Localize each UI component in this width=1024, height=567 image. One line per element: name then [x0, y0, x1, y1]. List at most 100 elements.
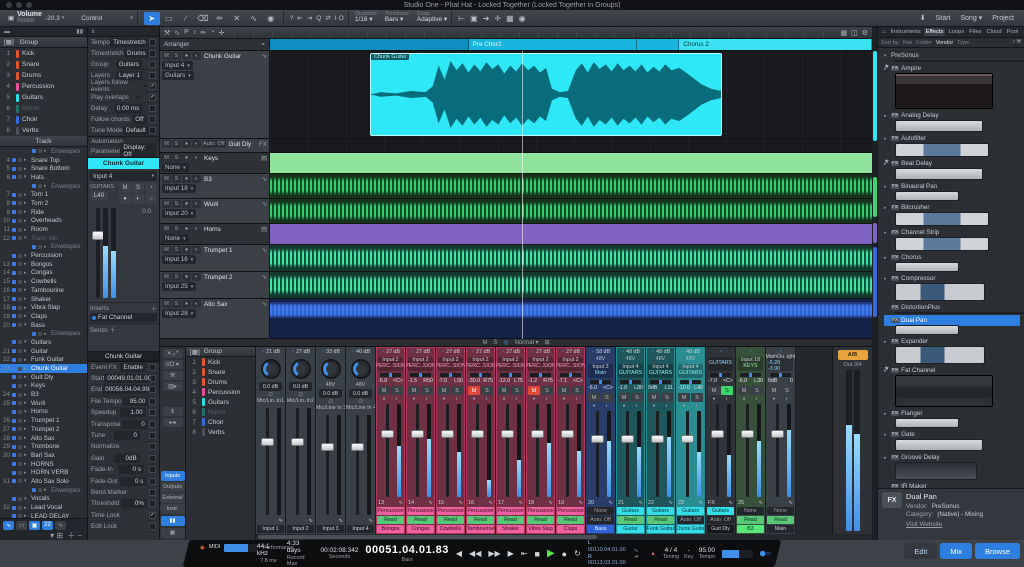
group-row[interactable]: 5 Guitars — [0, 92, 87, 103]
record-arm-button[interactable]: ● — [182, 200, 191, 208]
group-row[interactable]: 2 Snare — [0, 59, 87, 70]
effect-thumbnail[interactable] — [896, 192, 958, 200]
effect-row[interactable]: ▸ FX Binaural Pan — [884, 181, 1024, 192]
bus-chip[interactable]: Percussion — [437, 507, 464, 515]
automation-chip[interactable]: Read — [467, 516, 494, 524]
forward-button[interactable]: ▶▶ — [488, 549, 500, 558]
effect-row[interactable]: ▸ FX Beat Delay — [884, 158, 1024, 169]
param-value[interactable]: -20.3 ▾ — [45, 15, 64, 22]
track-list-item[interactable]: 12 ▾ Trash Mic — [0, 234, 87, 243]
expand-arrow-icon[interactable]: ▸ — [24, 166, 29, 172]
bus-chip[interactable]: Guitars — [707, 507, 734, 515]
channel-fader[interactable] — [619, 411, 642, 497]
expand-arrow-icon[interactable]: ▸ — [24, 418, 29, 424]
channel-name-chip[interactable]: Tambourine — [467, 525, 494, 533]
preamp-gain[interactable]: ◔ 27 dB — [286, 347, 315, 356]
track-list-item[interactable]: 30 ▸ Bari Sax — [0, 451, 87, 460]
track-input-select[interactable]: Input 16 ▾ — [162, 255, 197, 264]
split-view-icon[interactable]: ◫ — [851, 29, 858, 37]
solo-button[interactable]: S — [661, 393, 673, 402]
solo-button[interactable]: S — [751, 386, 763, 395]
track-list-item[interactable]: ▾ Percussion — [0, 251, 87, 260]
solo-button[interactable]: S — [631, 393, 643, 402]
song-page-button[interactable]: Song ▾ — [960, 14, 982, 22]
record-arm-button[interactable]: ● — [182, 52, 191, 60]
fader-cap[interactable] — [621, 435, 634, 444]
record-arm-icon[interactable]: ● — [502, 396, 505, 402]
next-marker-button[interactable]: ▶ — [508, 549, 514, 558]
note-icon[interactable]: ♪ — [193, 29, 197, 36]
metronome-icon[interactable]: ▲ — [650, 551, 655, 557]
automation-chip[interactable]: Read — [437, 516, 464, 524]
metronome-setting[interactable]: 95.00 Tempo — [699, 547, 716, 561]
expand-arrow-icon[interactable]: ▸ — [24, 270, 29, 276]
effect-thumbnail[interactable] — [896, 284, 984, 300]
track-list-item[interactable]: ▸ Envelopes — [0, 182, 87, 191]
automation-chip[interactable]: Read — [527, 516, 554, 524]
mute-button[interactable]: M — [618, 393, 630, 402]
track-mute-dot[interactable] — [18, 470, 22, 475]
mixer-channel-strip[interactable]: ◔27 dB ∅ Input 2PERC..SION -5.9<C> M — [376, 347, 406, 534]
pan-slider[interactable] — [470, 373, 491, 377]
track-mute-dot[interactable] — [18, 357, 22, 362]
event-row[interactable]: Event FX Enable — [88, 362, 159, 374]
edit-tool-icon[interactable]: ◉ — [263, 12, 279, 25]
snap-mode-icon[interactable]: ▦ — [506, 14, 514, 23]
expand-arrow-icon[interactable]: ▸ — [24, 470, 29, 476]
monitor-icon[interactable]: ◐ — [545, 396, 548, 402]
misc-tool-icon[interactable]: I·O — [335, 15, 344, 22]
monitor-icon[interactable]: ◐ — [635, 403, 638, 409]
favorite-star-icon[interactable]: ★ — [884, 365, 889, 372]
track-list-item[interactable]: ▸ Guit Dly — [0, 373, 87, 382]
group-row[interactable]: 7 Choir — [0, 114, 87, 125]
mute-button[interactable]: M — [162, 140, 171, 148]
footer-mute-icon[interactable]: M — [482, 340, 487, 346]
track-list-item[interactable]: ▸ Envelopes — [0, 243, 87, 252]
snap-mode-icon[interactable]: ✛ — [494, 14, 501, 23]
mixer-channel-strip[interactable]: ◔ ∅ Input 18KEYS -6.0L30 M S — [736, 347, 766, 534]
track-lane[interactable] — [270, 139, 872, 152]
snap-mode-icon[interactable]: ▣ — [470, 14, 478, 23]
track-mute-dot[interactable] — [18, 314, 22, 319]
monitor-icon[interactable]: ◐ — [785, 396, 788, 402]
trim-value[interactable]: 0.0 dB — [319, 389, 342, 398]
record-arm-button[interactable]: ● — [182, 300, 191, 308]
mute-button[interactable]: M — [738, 386, 750, 395]
event-row[interactable]: Normalize — [88, 442, 159, 454]
effect-row[interactable]: FX IR Maker — [884, 481, 1024, 488]
track-mute-dot[interactable] — [18, 392, 22, 397]
expand-arrow-icon[interactable]: ▸ — [24, 200, 29, 206]
automation-chip[interactable]: Read — [617, 516, 644, 524]
metronome-setting[interactable]: - Key — [684, 547, 693, 561]
snap-dropdown[interactable]: Snap Adaptive ▾ — [417, 11, 447, 25]
edit-tool-icon[interactable]: ∕ — [178, 12, 194, 25]
browser-tab[interactable]: Instruments — [889, 28, 923, 36]
record-arm-icon[interactable]: ● — [622, 403, 625, 409]
track-list-item[interactable]: ▾ Horns — [0, 408, 87, 417]
inspector-row[interactable]: Delay 0.00 ms — [88, 103, 159, 114]
record-arm-button[interactable]: ● — [182, 154, 191, 162]
pan-slider[interactable] — [560, 373, 581, 377]
mixer-channel-strip[interactable]: ◔27 dB ∅ Input 2PERC..SION -30.0R75 M — [466, 347, 496, 534]
expand-arrow-icon[interactable]: ▸ — [24, 366, 29, 372]
mixer-channel-strip[interactable]: ◔27 dB ∅ Input 2PERC..SION -1.5R50 M — [406, 347, 436, 534]
record-arm-icon[interactable]: ● — [772, 396, 775, 402]
lanes-icon[interactable]: ▭ — [16, 520, 27, 530]
automation-chip[interactable]: Read — [647, 516, 674, 524]
arranger-section[interactable]: Pre Chor2 — [468, 39, 638, 50]
expand-arrow-icon[interactable]: ▾ — [24, 339, 29, 345]
solo-button[interactable]: S — [172, 140, 181, 148]
track-list-item[interactable]: 28 ▸ Alto Sax — [0, 434, 87, 443]
preamp-gain[interactable]: ◔ 27 dB — [436, 347, 465, 356]
mute-button[interactable]: M — [408, 386, 420, 395]
track-list-item[interactable]: ▸ Envelopes — [0, 147, 87, 156]
record-arm-icon[interactable]: ● — [472, 396, 475, 402]
mute-button[interactable]: M — [162, 246, 171, 254]
rewind-button[interactable]: ◀◀ — [469, 549, 481, 558]
track-mute-dot[interactable] — [18, 253, 22, 258]
favorite-star-icon[interactable]: ★ — [884, 63, 889, 70]
expand-arrow-icon[interactable]: ▸ — [24, 392, 29, 398]
monitor-icon[interactable]: ◐ — [395, 396, 398, 402]
track-mute-dot[interactable] — [18, 418, 22, 423]
track-mute-dot[interactable] — [18, 409, 22, 414]
